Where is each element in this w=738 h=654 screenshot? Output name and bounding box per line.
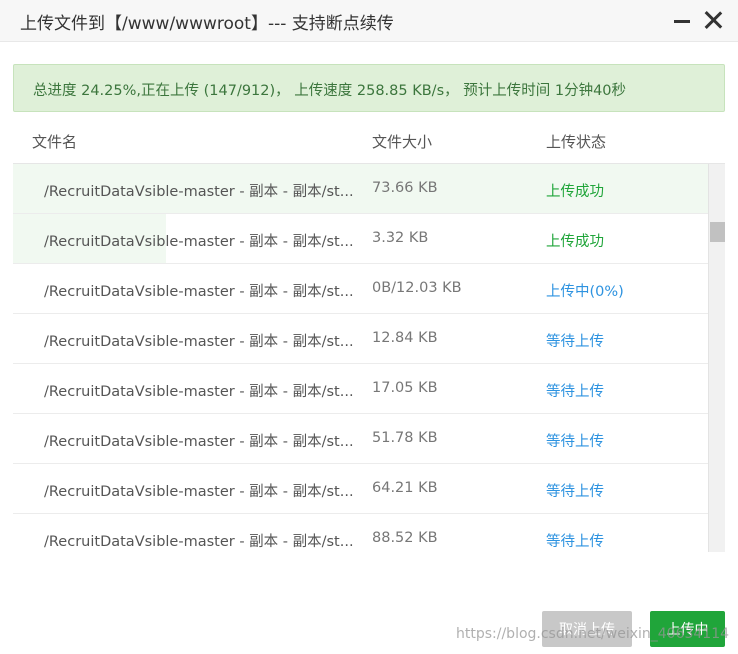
- row-filesize: 64.21 KB: [372, 480, 438, 496]
- row-filename: /RecruitDataVsible-master - 副本 - 副本/st..…: [44, 284, 354, 300]
- table-row: /RecruitDataVsible-master - 副本 - 副本/st..…: [13, 514, 708, 552]
- row-filesize: 73.66 KB: [372, 180, 438, 196]
- table-row: /RecruitDataVsible-master - 副本 - 副本/st..…: [13, 264, 708, 314]
- row-filename: /RecruitDataVsible-master - 副本 - 副本/st..…: [44, 234, 354, 250]
- row-status: 等待上传: [546, 384, 604, 400]
- row-filesize: 17.05 KB: [372, 380, 438, 396]
- row-status: 上传成功: [546, 184, 604, 200]
- table-row: /RecruitDataVsible-master - 副本 - 副本/st..…: [13, 214, 708, 264]
- dialog-title: 上传文件到【/www/wwwroot】--- 支持断点续传: [20, 14, 394, 34]
- row-filesize: 12.84 KB: [372, 330, 438, 346]
- row-filesize: 51.78 KB: [372, 430, 438, 446]
- list-scrollbar[interactable]: [708, 164, 725, 552]
- table-header: 文件名 文件大小 上传状态: [13, 116, 725, 164]
- row-filesize: 3.32 KB: [372, 230, 429, 246]
- row-filename: /RecruitDataVsible-master - 副本 - 副本/st..…: [44, 184, 354, 200]
- row-status: 上传中(0%): [546, 284, 624, 300]
- header-status: 上传状态: [546, 133, 607, 151]
- scrollbar-thumb[interactable]: [710, 222, 725, 242]
- row-status: 等待上传: [546, 334, 604, 350]
- table-row: /RecruitDataVsible-master - 副本 - 副本/st..…: [13, 414, 708, 464]
- row-filesize: 88.52 KB: [372, 530, 438, 546]
- progress-banner: 总进度 24.25%,正在上传 (147/912)， 上传速度 258.85 K…: [13, 64, 725, 112]
- dialog-titlebar: 上传文件到【/www/wwwroot】--- 支持断点续传: [0, 0, 738, 42]
- table-row: /RecruitDataVsible-master - 副本 - 副本/st..…: [13, 364, 708, 414]
- table-row: /RecruitDataVsible-master - 副本 - 副本/st..…: [13, 164, 708, 214]
- header-filesize: 文件大小: [372, 133, 433, 151]
- table-row: /RecruitDataVsible-master - 副本 - 副本/st..…: [13, 464, 708, 514]
- row-filesize: 0B/12.03 KB: [372, 280, 462, 296]
- progress-summary: 总进度 24.25%,正在上传 (147/912)， 上传速度 258.85 K…: [33, 83, 627, 99]
- row-status: 等待上传: [546, 434, 604, 450]
- row-status: 上传成功: [546, 234, 604, 250]
- row-filename: /RecruitDataVsible-master - 副本 - 副本/st..…: [44, 534, 354, 550]
- table-row: /RecruitDataVsible-master - 副本 - 副本/st..…: [13, 314, 708, 364]
- close-icon[interactable]: [702, 9, 724, 31]
- file-list: /RecruitDataVsible-master - 副本 - 副本/st..…: [13, 164, 725, 552]
- row-status: 等待上传: [546, 534, 604, 550]
- row-filename: /RecruitDataVsible-master - 副本 - 副本/st..…: [44, 434, 354, 450]
- row-filename: /RecruitDataVsible-master - 副本 - 副本/st..…: [44, 484, 354, 500]
- watermark: https://blog.csdn.net/weixin_40634114: [456, 626, 730, 642]
- row-status: 等待上传: [546, 484, 604, 500]
- row-filename: /RecruitDataVsible-master - 副本 - 副本/st..…: [44, 334, 354, 350]
- row-filename: /RecruitDataVsible-master - 副本 - 副本/st..…: [44, 384, 354, 400]
- header-filename: 文件名: [32, 133, 78, 151]
- minimize-icon[interactable]: [672, 11, 692, 31]
